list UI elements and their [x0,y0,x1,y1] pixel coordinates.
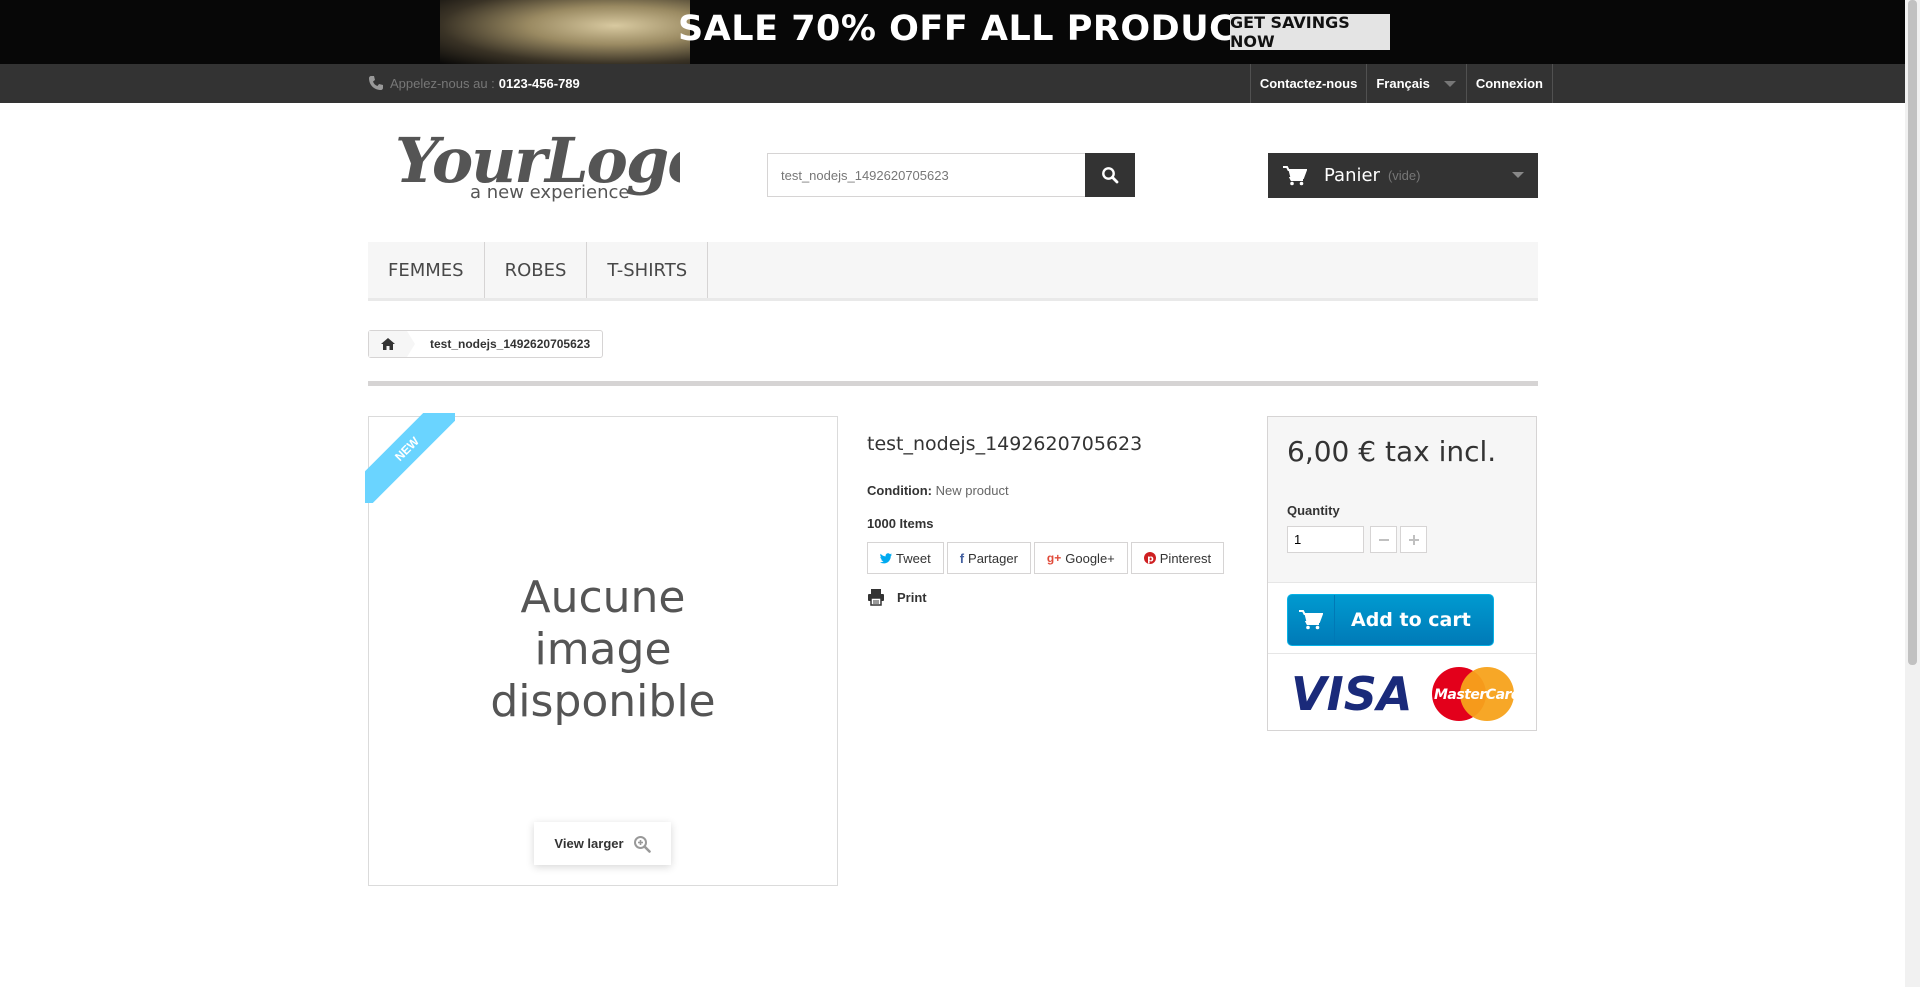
search-input[interactable] [767,153,1085,197]
cart-button[interactable]: Panier (vide) [1268,153,1538,198]
breadcrumb-current: test_nodejs_1492620705623 [430,337,591,351]
home-icon [381,338,395,350]
print-label: Print [897,589,927,605]
get-savings-button[interactable]: GET SAVINGS NOW [1230,13,1390,51]
google-plus-button[interactable]: g+ Google+ [1033,542,1128,574]
breadcrumb: test_nodejs_1492620705623 [368,330,604,358]
product-title: test_nodejs_1492620705623 [867,433,1143,455]
condition-value: New product [935,483,1009,498]
pinterest-icon: p [1143,552,1156,565]
login-link[interactable]: Connexion [1465,64,1553,103]
phone-label: Appelez-nous au : [390,75,495,91]
cart-label: Panier [1324,165,1380,186]
new-ribbon: NEW [365,413,455,503]
cart-icon-wrap [1288,595,1335,645]
tweet-button[interactable]: Tweet [867,542,944,574]
no-image-line: image [534,624,672,675]
menu-item-tshirts[interactable]: T-SHIRTS [587,242,709,298]
social-share: Tweet f Partager g+ Google+ p Pinterest [867,542,1227,574]
facebook-icon: f [959,550,965,566]
quantity-decrease-button[interactable] [1370,526,1397,553]
twitter-icon [880,552,892,563]
banner-text: SALE 70% OFF ALL PRODUCTS [678,9,1286,49]
language-label: Français [1376,76,1430,91]
phone-info: Appelez-nous au : 0123-456-789 [368,75,580,91]
phone-icon [369,76,383,90]
plus-icon [1408,534,1419,545]
cart-icon [1283,165,1307,185]
menu-item-femmes[interactable]: FEMMES [368,242,485,298]
quantity-section: Quantity [1268,486,1536,583]
search-form [767,153,1137,197]
facebook-share-button[interactable]: f Partager [946,542,1031,574]
quantity-input[interactable] [1287,526,1364,553]
divider [368,381,1538,386]
breadcrumb-home[interactable] [369,331,415,357]
no-image-line: Aucune [520,572,686,623]
view-larger-button[interactable]: View larger [534,822,671,865]
search-icon [1102,167,1119,184]
main-menu: FEMMES ROBES T-SHIRTS [368,242,1538,301]
site-logo[interactable]: YourLogo a new experience [390,122,680,212]
pinterest-button[interactable]: p Pinterest [1130,542,1225,574]
promo-banner[interactable]: SALE 70% OFF ALL PRODUCTS GET SAVINGS NO… [0,0,1905,64]
condition-label: Condition: [867,483,932,498]
product-price: 6,00 € tax incl. [1268,417,1536,487]
printer-icon [868,589,884,606]
top-bar [0,64,1905,103]
tweet-label: Tweet [896,550,931,566]
quantity-increase-button[interactable] [1400,526,1427,553]
language-selector[interactable]: Français [1366,64,1465,103]
print-link[interactable]: Print [867,588,927,606]
add-to-cart-section: Add to cart [1268,583,1536,654]
product-condition: Condition: New product [867,483,1009,498]
payment-logos: VISA MasterCard [1268,654,1536,730]
minus-icon [1378,538,1389,541]
banner-photo [440,0,690,64]
view-larger-label: View larger [554,836,624,851]
pinterest-label: Pinterest [1159,550,1212,566]
chevron-down-icon [1443,81,1456,87]
contact-link[interactable]: Contactez-nous [1249,64,1367,103]
mastercard-logo: MasterCard [1434,687,1517,703]
buy-box: 6,00 € tax incl. Quantity Add to cart VI… [1267,416,1537,731]
zoom-in-icon [633,835,651,853]
payment-cards-image: VISA MasterCard [1291,667,1517,721]
svg-text:p: p [1147,555,1154,565]
new-label: NEW [365,413,455,503]
no-image-placeholder: Aucune image disponible [369,572,837,728]
phone-number: 0123-456-789 [498,75,580,91]
scrollbar-thumb[interactable] [1908,0,1917,665]
chevron-down-icon [1512,172,1524,178]
stock-count: 1000 Items [867,516,934,531]
logo-tagline: a new experience [470,182,629,203]
add-to-cart-label: Add to cart [1351,609,1471,631]
cart-icon [1299,610,1323,630]
quantity-label: Quantity [1287,503,1340,518]
google-plus-label: Google+ [1065,550,1115,566]
visa-logo: VISA [1291,667,1412,721]
search-button[interactable] [1085,153,1135,197]
top-nav: Contactez-nous Français Connexion [1249,64,1553,103]
facebook-share-label: Partager [968,550,1018,566]
add-to-cart-button[interactable]: Add to cart [1287,594,1494,646]
scrollbar[interactable] [1905,0,1920,987]
menu-item-robes[interactable]: ROBES [485,242,588,298]
no-image-line: disponible [490,676,716,727]
cart-status: (vide) [1387,168,1421,183]
google-plus-icon: g+ [1046,551,1062,565]
